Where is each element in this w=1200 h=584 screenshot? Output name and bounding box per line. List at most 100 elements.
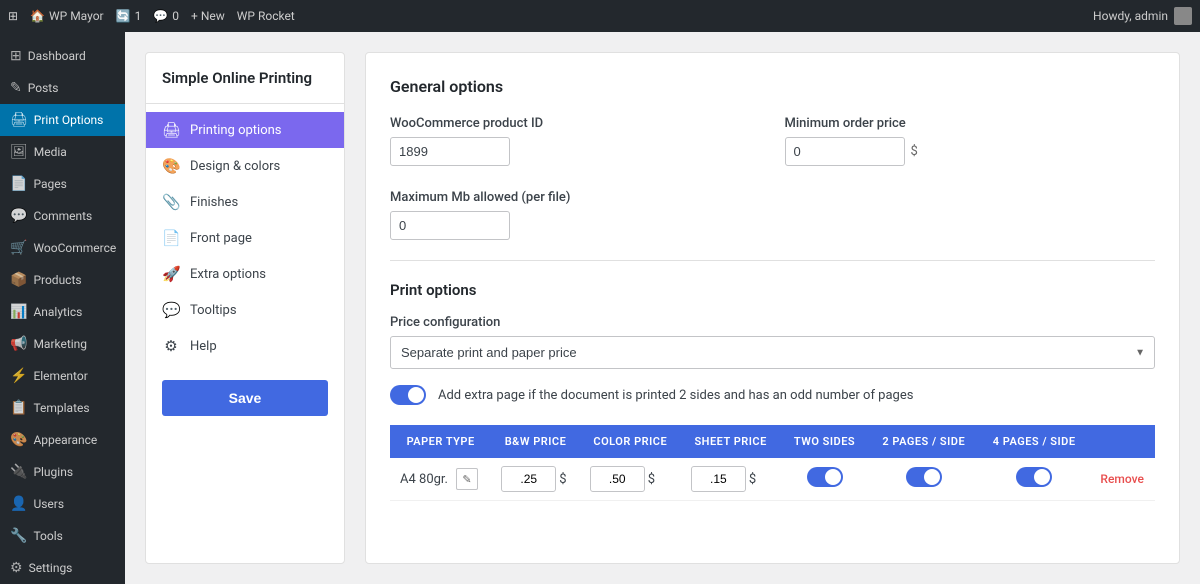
sidebar-label-templates: Templates: [33, 401, 89, 415]
2pages-toggle[interactable]: [906, 467, 942, 487]
two-sides-toggle[interactable]: [807, 467, 843, 487]
sidebar-item-tools[interactable]: 🔧Tools: [0, 520, 125, 552]
sidebar-item-users[interactable]: 👤Users: [0, 488, 125, 520]
tools-icon: 🔧: [10, 528, 27, 544]
woocommerce-id-group: WooCommerce product ID: [390, 116, 761, 166]
extra-options-icon: 🚀: [162, 265, 180, 283]
save-button[interactable]: Save: [162, 380, 328, 416]
subnav-item-tooltips[interactable]: 💬Tooltips: [146, 292, 344, 328]
max-mb-input[interactable]: [390, 211, 510, 240]
sidebar-item-comments[interactable]: 💬Comments: [0, 200, 125, 232]
bw-currency: $: [559, 472, 566, 487]
site-name[interactable]: 🏠 WP Mayor: [30, 9, 104, 23]
sidebar-item-marketing[interactable]: 📢Marketing: [0, 328, 125, 360]
sidebar-item-dashboard[interactable]: ⊞Dashboard: [0, 40, 125, 72]
sidebar-label-posts: Posts: [28, 81, 59, 95]
woocommerce-id-label: WooCommerce product ID: [390, 116, 761, 131]
sidebar-item-elementor[interactable]: ⚡Elementor: [0, 360, 125, 392]
sidebar-item-products[interactable]: 📦 Products: [0, 264, 125, 296]
front-page-icon: 📄: [162, 229, 180, 247]
sub-nav-title: Simple Online Printing: [146, 69, 344, 104]
remove-cell: Remove: [1089, 458, 1155, 501]
sidebar-item-print-options[interactable]: 🖨Print Options: [0, 104, 125, 136]
remove-button[interactable]: Remove: [1100, 472, 1143, 486]
subnav-label-printing-options: Printing options: [190, 123, 282, 138]
sidebar-item-media[interactable]: 🖼Media: [0, 136, 125, 168]
sidebar-label-plugins: Plugins: [33, 465, 73, 479]
subnav-item-front-page[interactable]: 📄 Front page: [146, 220, 344, 256]
col-bw-price: B&W PRICE: [491, 425, 580, 458]
bw-price-input[interactable]: [501, 466, 556, 492]
color-currency: $: [648, 472, 655, 487]
wp-icon: ⊞: [8, 9, 18, 23]
sidebar-label-products: Products: [33, 273, 81, 287]
wp-logo[interactable]: ⊞: [8, 9, 18, 23]
subnav-item-finishes[interactable]: 📎Finishes: [146, 184, 344, 220]
updates-item[interactable]: 🔄 1: [116, 9, 142, 23]
posts-icon: ✎: [10, 80, 22, 96]
general-options-title: General options: [390, 77, 1155, 96]
printing-options-icon: 🖨: [162, 121, 180, 139]
media-icon: 🖼: [10, 144, 28, 160]
finishes-icon: 📎: [162, 193, 180, 211]
woocommerce-icon: 🛒: [10, 240, 27, 256]
sub-nav-panel: Simple Online Printing 🖨 Printing options…: [145, 52, 345, 564]
print-options-icon: 🖨: [10, 112, 28, 128]
bw-price-cell: $: [491, 458, 580, 501]
woocommerce-id-input[interactable]: [390, 137, 510, 166]
users-icon: 👤: [10, 496, 27, 512]
col-color-price: COLOR PRICE: [580, 425, 681, 458]
sidebar-label-settings: Settings: [29, 561, 73, 575]
subnav-label-help: Help: [190, 339, 217, 354]
wp-rocket-item[interactable]: WP Rocket: [237, 9, 295, 23]
subnav-item-printing-options[interactable]: 🖨 Printing options: [146, 112, 344, 148]
paper-name: A4 80gr.: [400, 472, 448, 487]
2pages-cell: [869, 458, 979, 501]
price-table: PAPER TYPE B&W PRICE COLOR PRICE SHEET P…: [390, 425, 1155, 501]
pages-icon: 📄: [10, 176, 27, 192]
sidebar-item-appearance[interactable]: 🎨Appearance: [0, 424, 125, 456]
subnav-label-extra-options: Extra options: [190, 267, 266, 282]
price-config-select[interactable]: Separate print and paper priceCombined p…: [390, 336, 1155, 369]
subnav-label-design-colors: Design & colors: [190, 159, 280, 174]
sidebar-item-woocommerce[interactable]: 🛒 WooCommerce: [0, 232, 125, 264]
sidebar-label-woocommerce: WooCommerce: [33, 241, 116, 255]
table-header-row: PAPER TYPE B&W PRICE COLOR PRICE SHEET P…: [390, 425, 1155, 458]
min-order-input[interactable]: [785, 137, 905, 166]
subnav-label-front-page: Front page: [190, 231, 252, 246]
marketing-icon: 📢: [10, 336, 27, 352]
min-order-label: Minimum order price: [785, 116, 1156, 131]
sidebar-item-analytics[interactable]: 📊Analytics: [0, 296, 125, 328]
help-icon: ⚙: [162, 337, 180, 355]
sheet-currency: $: [749, 472, 756, 487]
subnav-label-tooltips: Tooltips: [190, 303, 237, 318]
color-price-input[interactable]: [590, 466, 645, 492]
comments-item[interactable]: 💬 0: [153, 9, 179, 23]
min-order-currency: $: [911, 144, 918, 159]
col-2-pages: 2 PAGES / SIDE: [869, 425, 979, 458]
settings-icon: ⚙: [10, 560, 23, 576]
4pages-toggle[interactable]: [1016, 467, 1052, 487]
admin-sidebar: ⊞Dashboard ✎ Posts 🖨Print Options🖼Media📄Pag…: [0, 32, 125, 584]
subnav-item-extra-options[interactable]: 🚀 Extra options: [146, 256, 344, 292]
home-icon: 🏠: [30, 9, 45, 23]
updates-icon: 🔄: [116, 9, 131, 23]
color-price-cell: $: [580, 458, 681, 501]
extra-page-toggle[interactable]: [390, 385, 426, 405]
price-config-label: Price configuration: [390, 315, 1155, 330]
sidebar-label-analytics: Analytics: [33, 305, 82, 319]
sidebar-item-pages[interactable]: 📄Pages: [0, 168, 125, 200]
user-menu[interactable]: Howdy, admin: [1093, 7, 1192, 25]
sidebar-item-templates[interactable]: 📋Templates: [0, 392, 125, 424]
subnav-item-design-colors[interactable]: 🎨Design & colors: [146, 148, 344, 184]
paper-edit-icon[interactable]: ✎: [456, 468, 478, 490]
sidebar-item-plugins[interactable]: 🔌Plugins: [0, 456, 125, 488]
sidebar-item-posts[interactable]: ✎ Posts: [0, 72, 125, 104]
appearance-icon: 🎨: [10, 432, 27, 448]
elementor-icon: ⚡: [10, 368, 27, 384]
new-item[interactable]: + New: [191, 9, 225, 23]
subnav-item-help[interactable]: ⚙ Help: [146, 328, 344, 364]
sheet-price-input[interactable]: [691, 466, 746, 492]
sidebar-item-settings[interactable]: ⚙ Settings: [0, 552, 125, 584]
products-icon: 📦: [10, 272, 27, 288]
